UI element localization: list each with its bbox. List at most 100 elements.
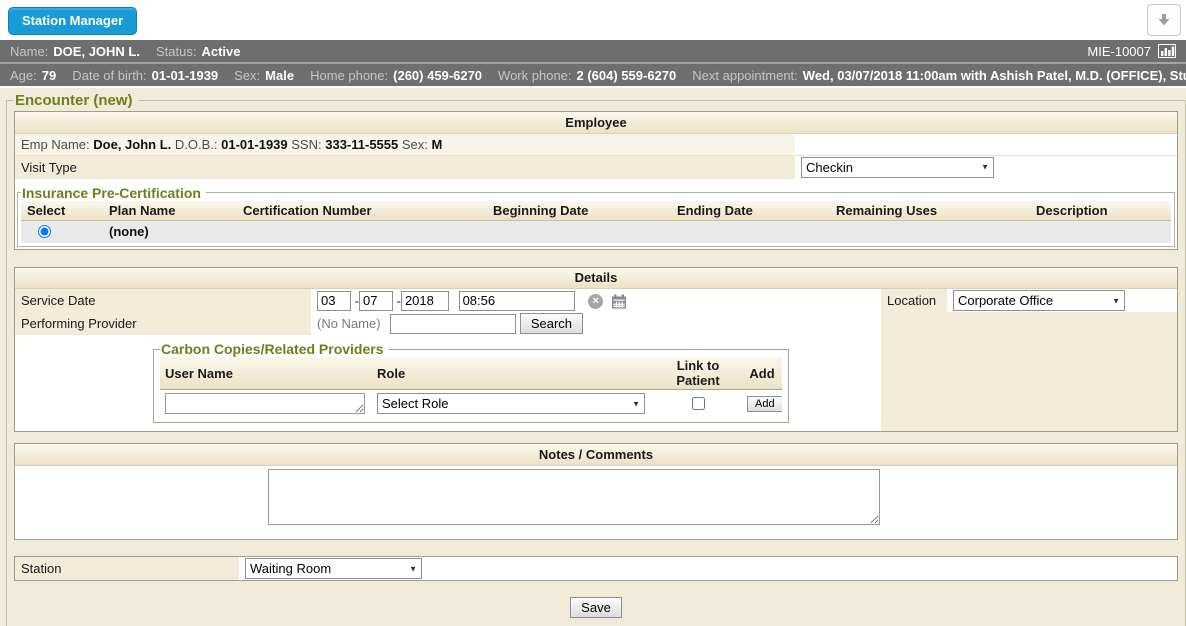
notes-cell xyxy=(15,465,1177,539)
emp-name-label: Emp Name: xyxy=(21,137,90,152)
col-description: Description xyxy=(1030,201,1171,221)
employee-header: Employee xyxy=(15,112,1177,133)
col-begin-date: Beginning Date xyxy=(487,201,671,221)
save-bar: Save xyxy=(14,597,1178,618)
notes-header: Notes / Comments xyxy=(15,444,1177,465)
service-time-input[interactable] xyxy=(459,291,575,311)
insurance-fieldset: Insurance Pre-Certification Select Plan … xyxy=(17,185,1175,247)
insurance-row-none: (none) xyxy=(21,221,1171,243)
col-link-to-patient: Link to Patient xyxy=(654,357,742,390)
col-end-date: Ending Date xyxy=(671,201,830,221)
encounter-fieldset: Encounter (new) Employee Emp Name: Doe, … xyxy=(6,92,1186,626)
carbon-copies-input-row: Select Role ▼ Add xyxy=(160,390,782,417)
col-remaining-uses: Remaining Uses xyxy=(830,201,1030,221)
patient-name: DOE, JOHN L. xyxy=(53,44,140,59)
carbon-copies-legend: Carbon Copies/Related Providers xyxy=(160,341,389,357)
plan-name-none: (none) xyxy=(103,221,237,243)
emp-ssn-label: SSN: xyxy=(291,137,321,152)
station-cell: Waiting Room ▼ xyxy=(239,557,1177,580)
download-icon xyxy=(1156,12,1172,28)
clear-date-icon[interactable]: × xyxy=(588,294,603,309)
carbon-copies-header-row: User Name Role Link to Patient Add xyxy=(160,357,782,390)
dob-value: 01-01-1939 xyxy=(152,68,219,83)
col-select: Select xyxy=(21,201,103,221)
provider-search-button[interactable]: Search xyxy=(520,313,583,334)
col-cert-number: Certification Number xyxy=(237,201,487,221)
encounter-legend: Encounter (new) xyxy=(14,92,138,109)
emp-sex-label: Sex: xyxy=(402,137,428,152)
station-manager-tab[interactable]: Station Manager xyxy=(8,7,137,35)
emp-name-value: Doe, John L. xyxy=(93,137,171,152)
no-name-text: (No Name) xyxy=(317,316,381,331)
carbon-copies-fieldset: Carbon Copies/Related Providers User Nam… xyxy=(153,341,789,423)
top-bar: Station Manager xyxy=(0,0,1186,40)
patient-id: MIE-10007 xyxy=(1087,44,1151,59)
cc-role-select[interactable]: Select Role xyxy=(377,393,645,414)
station-select[interactable]: Waiting Room xyxy=(245,558,422,579)
col-add: Add xyxy=(742,357,782,390)
details-right-filler xyxy=(881,312,1177,335)
carbon-copies-table: User Name Role Link to Patient Add xyxy=(160,357,782,416)
visit-type-label: Visit Type xyxy=(15,155,795,179)
insurance-table: Select Plan Name Certification Number Be… xyxy=(21,201,1171,243)
cc-link-to-patient-checkbox[interactable] xyxy=(692,397,705,410)
performing-provider-cell: (No Name) Search xyxy=(311,312,881,335)
status-value: Active xyxy=(201,44,240,59)
service-date-label: Service Date xyxy=(15,289,311,313)
station-label: Station xyxy=(15,557,239,580)
service-date-day-input[interactable] xyxy=(359,291,393,311)
sex-label: Sex: xyxy=(234,68,260,83)
service-date-month-input[interactable] xyxy=(317,291,351,311)
next-appt-label: Next appointment: xyxy=(692,68,798,83)
service-date-cell: - - × xyxy=(311,289,881,313)
insurance-legend: Insurance Pre-Certification xyxy=(21,185,206,201)
visit-type-cell: Checkin ▼ xyxy=(795,155,1177,179)
work-phone-label: Work phone: xyxy=(498,68,571,83)
insurance-header-row: Select Plan Name Certification Number Be… xyxy=(21,201,1171,221)
cc-user-name-input[interactable] xyxy=(165,393,365,414)
chart-icon[interactable] xyxy=(1158,44,1176,58)
sex-value: Male xyxy=(265,68,294,83)
station-panel: Station Waiting Room ▼ xyxy=(14,556,1178,581)
cc-add-button[interactable]: Add xyxy=(747,396,782,412)
col-plan-name: Plan Name xyxy=(103,201,237,221)
calendar-icon[interactable] xyxy=(611,294,627,309)
col-role: Role xyxy=(372,357,654,390)
precert-none-radio[interactable] xyxy=(38,225,51,238)
details-header: Details xyxy=(15,268,1177,289)
emp-dob-value: 01-01-1939 xyxy=(221,137,288,152)
emp-sex-value: M xyxy=(432,137,443,152)
bar-separator xyxy=(0,86,1186,88)
location-select[interactable]: Corporate Office xyxy=(953,290,1125,311)
employee-table: Employee Emp Name: Doe, John L. D.O.B.: … xyxy=(15,112,1177,179)
status-label: Status: xyxy=(156,44,196,59)
performing-provider-label: Performing Provider xyxy=(15,312,311,335)
patient-name-bar: Name: DOE, JOHN L. Status: Active MIE-10… xyxy=(0,40,1186,62)
emp-dob-label: D.O.B.: xyxy=(175,137,218,152)
notes-table: Notes / Comments xyxy=(15,444,1177,539)
location-cell: Corporate Office ▼ xyxy=(947,289,1177,313)
demographics-bar: Age: 79 Date of birth: 01-01-1939 Sex: M… xyxy=(0,64,1186,86)
age-value: 79 xyxy=(42,68,56,83)
download-button[interactable] xyxy=(1147,4,1181,36)
home-phone-label: Home phone: xyxy=(310,68,388,83)
carbon-copies-cell: Carbon Copies/Related Providers User Nam… xyxy=(15,335,881,431)
details-right-filler xyxy=(881,335,1177,431)
notes-textarea[interactable] xyxy=(268,469,880,525)
details-table: Details Service Date - - × Location xyxy=(15,268,1177,432)
details-panel: Details Service Date - - × Location xyxy=(14,267,1178,433)
emp-ssn-value: 333-11-5555 xyxy=(325,137,398,152)
station-table: Station Waiting Room ▼ xyxy=(15,557,1177,580)
notes-panel: Notes / Comments xyxy=(14,443,1178,540)
age-label: Age: xyxy=(10,68,37,83)
employee-info: Emp Name: Doe, John L. D.O.B.: 01-01-193… xyxy=(15,133,795,155)
provider-search-input[interactable] xyxy=(390,314,516,334)
service-date-year-input[interactable] xyxy=(401,291,449,311)
name-label: Name: xyxy=(10,44,48,59)
save-button[interactable]: Save xyxy=(570,597,622,618)
home-phone-value: (260) 459-6270 xyxy=(393,68,482,83)
work-phone-value: 2 (604) 559-6270 xyxy=(577,68,677,83)
employee-panel: Employee Emp Name: Doe, John L. D.O.B.: … xyxy=(14,111,1178,250)
visit-type-select[interactable]: Checkin xyxy=(801,157,994,178)
employee-info-spacer xyxy=(795,133,1177,155)
